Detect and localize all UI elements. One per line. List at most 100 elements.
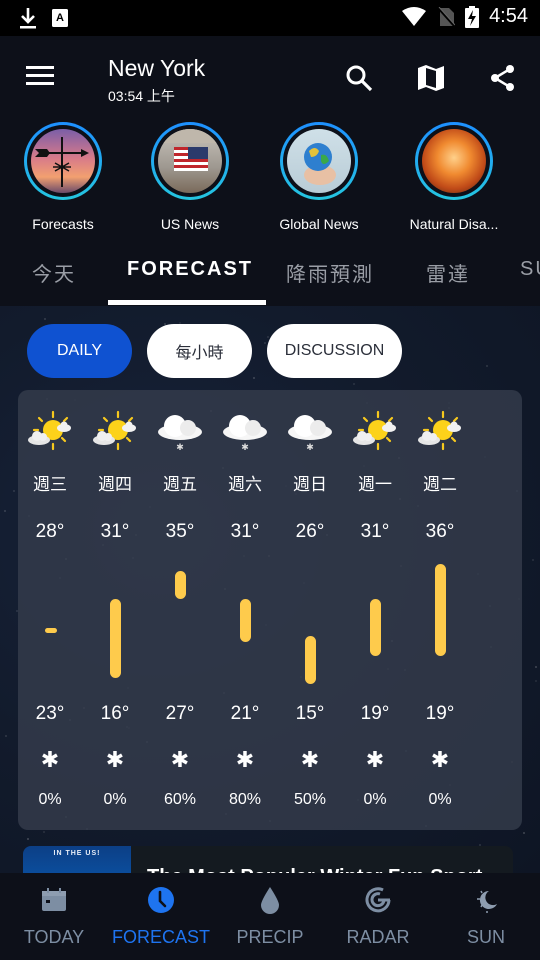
battery-charging-icon [465, 5, 480, 28]
weathervane-thumbnail [31, 129, 95, 193]
snowflake-icon: ✱ [430, 747, 450, 772]
no-sim-icon [437, 6, 456, 27]
star-dot [27, 838, 30, 841]
tab-radar[interactable]: 雷達 [426, 258, 470, 287]
tab-precip-forecast[interactable]: 降雨預測 [286, 258, 374, 287]
nav-label: PRECIP [236, 927, 304, 947]
snowflake-icon: ✱ [40, 747, 60, 772]
map-icon [418, 65, 444, 91]
low-temp: 19° [360, 703, 390, 724]
star-dot [13, 489, 15, 492]
radar-icon [365, 887, 391, 913]
menu-icon [26, 66, 54, 69]
story-forecasts[interactable]: Forecasts [3, 122, 123, 232]
low-temp: 21° [230, 703, 260, 724]
svg-text:A: A [56, 12, 64, 24]
story-ring [24, 122, 102, 200]
day-label: 週六 [228, 475, 262, 494]
partly-sunny-icon [415, 410, 465, 454]
tab-sun[interactable]: SU [520, 258, 540, 281]
high-temp: 36° [425, 521, 455, 542]
star-dot [44, 317, 47, 320]
story-global-news[interactable]: Global News [259, 122, 379, 232]
globe-thumbnail [287, 129, 351, 193]
nav-radar[interactable]: RADAR [324, 873, 432, 960]
story-natural-disasters[interactable]: Natural Disa... [394, 122, 514, 232]
day-label: 週五 [163, 475, 197, 494]
story-us-news[interactable]: US News [130, 122, 250, 232]
city-name[interactable]: New York [108, 55, 205, 82]
day-label: 週二 [423, 475, 457, 494]
share-icon [491, 65, 514, 91]
calendar-icon [42, 888, 66, 911]
temp-range-bar [44, 627, 57, 633]
temp-range-bar [369, 598, 381, 657]
menu-button[interactable] [26, 66, 56, 90]
low-temp: 16° [100, 703, 130, 724]
star-dot [352, 383, 355, 386]
day-label: 週三 [33, 475, 67, 494]
nav-today[interactable]: TODAY [0, 873, 108, 960]
app-bar: New York 03:54 上午 [0, 36, 540, 116]
star-dot [534, 679, 537, 682]
active-tab-indicator [108, 300, 266, 305]
drop-icon [261, 887, 279, 914]
nav-precip[interactable]: PRECIP [216, 873, 324, 960]
nav-label: FORECAST [111, 927, 210, 947]
flag-thumbnail [158, 129, 222, 193]
precip-chance: 0% [428, 791, 452, 808]
star-dot [534, 666, 537, 669]
day-label: 週四 [98, 475, 132, 494]
article-card[interactable]: IN THE US! The Most Popular Winter Fun S… [23, 846, 513, 873]
nav-label: TODAY [23, 927, 85, 947]
discussion-pill[interactable]: DISCUSSION [267, 324, 402, 378]
partly-sunny-icon [350, 410, 400, 454]
cloud-snow-icon: ✱ [285, 410, 335, 454]
tab-forecast[interactable]: FORECAST [127, 258, 253, 281]
svg-text:✱: ✱ [241, 443, 249, 453]
precip-chance: 0% [103, 791, 127, 808]
font-app-icon: A [52, 9, 68, 27]
hourly-pill[interactable]: 每小時 [147, 324, 252, 378]
precip-chance: 60% [163, 791, 197, 808]
star-dot [532, 558, 535, 561]
story-label: Global News [279, 216, 359, 232]
nav-sun[interactable]: SUN [432, 873, 540, 960]
star-dot [522, 831, 525, 834]
temp-range-bar [434, 564, 446, 657]
snowflake-icon: ✱ [300, 747, 320, 772]
status-bar: A 4:54 [0, 0, 540, 36]
article-title: The Most Popular Winter Fun Sport [147, 866, 482, 873]
story-label: Forecasts [32, 216, 94, 232]
bottom-navigation: TODAY FORECAST PRECIP RADAR SUN [0, 873, 540, 960]
temp-range-bar [174, 571, 186, 599]
search-icon [346, 65, 373, 92]
search-button[interactable] [343, 62, 375, 94]
partly-sunny-icon [25, 410, 75, 454]
snowflake-icon: ✱ [235, 747, 255, 772]
wifi-icon [402, 6, 427, 26]
svg-text:✱: ✱ [176, 443, 184, 453]
nav-label: SUN [466, 927, 505, 947]
precip-chance: 0% [38, 791, 62, 808]
high-temp: 31° [360, 521, 390, 542]
moon-sun-icon [477, 890, 497, 913]
tab-today[interactable]: 今天 [32, 258, 76, 287]
star-dot [266, 335, 269, 338]
map-button[interactable] [415, 62, 447, 94]
temp-range-bar [304, 636, 316, 684]
temp-range-bar [239, 598, 251, 642]
precip-chance: 50% [293, 791, 327, 808]
nav-forecast[interactable]: FORECAST [107, 873, 215, 960]
day-label: 週日 [293, 475, 327, 494]
share-button[interactable] [487, 62, 519, 94]
article-thumbnail: IN THE US! [23, 846, 131, 873]
svg-text:✱: ✱ [306, 443, 314, 453]
tab-bar: 今天 FORECAST 降雨預測 雷達 SU [0, 240, 540, 306]
story-ring [151, 122, 229, 200]
daily-pill[interactable]: DAILY [27, 324, 132, 378]
article-thumb-caption: IN THE US! [53, 850, 101, 857]
star-dot [43, 831, 45, 834]
snowflake-icon: ✱ [105, 747, 125, 772]
snowflake-icon: ✱ [170, 747, 190, 772]
